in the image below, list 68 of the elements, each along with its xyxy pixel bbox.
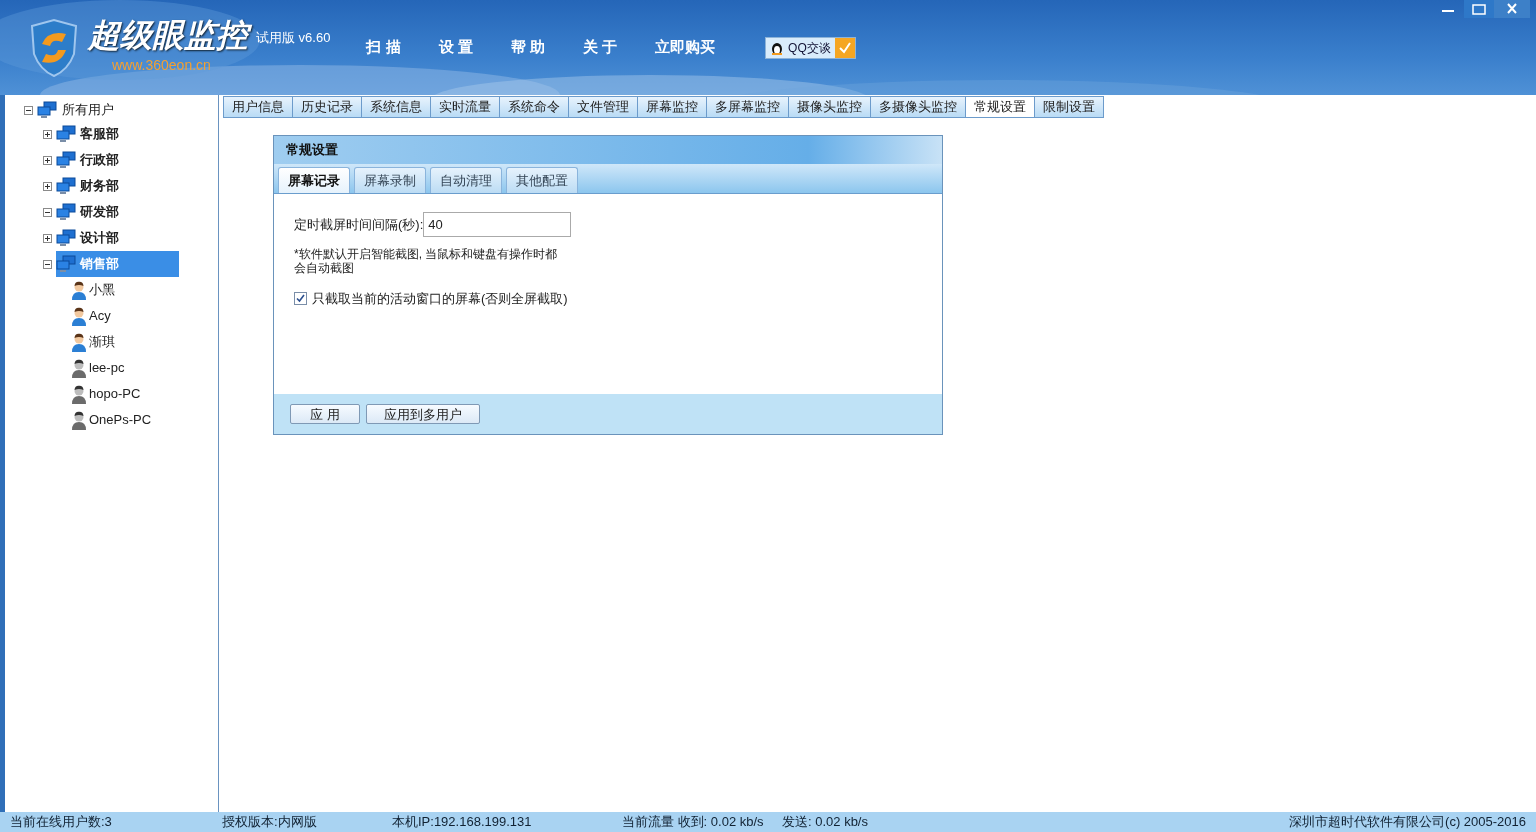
tab[interactable]: 文件管理	[568, 96, 638, 118]
collapse-icon[interactable]	[43, 259, 52, 269]
tab[interactable]: 系统命令	[499, 96, 569, 118]
tree-user[interactable]: hopo-PC	[89, 384, 141, 404]
tree-node[interactable]: 行政部	[56, 147, 179, 173]
sub-tab[interactable]: 自动清理	[430, 167, 502, 193]
computers-icon	[56, 203, 76, 221]
menu-item[interactable]: 关 于	[582, 36, 618, 59]
expand-icon[interactable]	[43, 181, 52, 191]
menu-item[interactable]: 设 置	[438, 36, 473, 59]
tree-user[interactable]: 小黑	[89, 280, 115, 300]
maximize-icon[interactable]	[1464, 0, 1494, 18]
checkbox-label: 只截取当前的活动窗口的屏幕(否则全屏截取)	[312, 290, 568, 308]
menu-item[interactable]: 立即购买	[655, 36, 716, 59]
tree-node[interactable]: 研发部	[56, 199, 179, 225]
sub-tab[interactable]: 屏幕记录	[278, 167, 350, 193]
close-icon[interactable]	[1494, 0, 1530, 18]
tab[interactable]: 限制设置	[1034, 96, 1104, 118]
shield-logo-icon	[28, 17, 80, 78]
website-label: www.360eon.cn	[112, 56, 212, 75]
computers-icon	[56, 125, 76, 143]
apply-button[interactable]: 应用到多用户	[366, 404, 480, 424]
tab[interactable]: 常规设置	[965, 96, 1035, 118]
tree-node[interactable]: 客服部	[56, 121, 179, 147]
check-icon	[834, 37, 855, 58]
tree-node[interactable]: 财务部	[56, 173, 179, 199]
interval-label: 定时截屏时间间隔(秒):	[294, 215, 424, 234]
tab[interactable]: 摄像头监控	[788, 96, 871, 118]
status-text: 当前在线用户数:3	[9, 813, 113, 832]
tab[interactable]: 实时流量	[430, 96, 500, 118]
sub-tab[interactable]: 屏幕录制	[354, 167, 426, 193]
tab[interactable]: 用户信息	[223, 96, 293, 118]
collapse-icon[interactable]	[24, 105, 33, 115]
computers-icon	[56, 177, 76, 195]
tab[interactable]: 屏幕监控	[637, 96, 707, 118]
panel-title: 常规设置	[286, 141, 338, 160]
expand-icon[interactable]	[43, 155, 52, 165]
note-text: *软件默认开启智能截图, 当鼠标和键盘有操作时都会自动截图	[294, 247, 559, 275]
status-text: 深圳市超时代软件有限公司(c) 2005-2016	[1289, 813, 1527, 832]
tab[interactable]: 历史记录	[292, 96, 362, 118]
sub-tab[interactable]: 其他配置	[506, 167, 578, 193]
tree-user[interactable]: OnePs-PC	[89, 410, 152, 430]
computers-icon	[56, 151, 76, 169]
tree-user[interactable]: Acy	[89, 306, 111, 326]
qq-chat-button[interactable]: QQ交谈	[765, 36, 856, 59]
edition-label: 试用版 v6.60	[256, 28, 331, 47]
interval-field[interactable]: 40	[423, 212, 572, 237]
tree-user[interactable]: 渐琪	[89, 332, 115, 352]
expand-icon[interactable]	[43, 129, 52, 139]
tab[interactable]: 多摄像头监控	[870, 96, 966, 118]
collapse-icon[interactable]	[43, 207, 52, 217]
status-text: 本机IP:192.168.199.131	[392, 813, 533, 832]
status-text: 授权版本:内网版	[222, 813, 318, 832]
menu-item[interactable]: 扫 描	[366, 36, 401, 59]
status-text: 发送: 0.02 kb/s	[782, 813, 868, 832]
tab[interactable]: 系统信息	[361, 96, 431, 118]
menu-item[interactable]: 帮 助	[510, 36, 545, 59]
tree-node[interactable]: 设计部	[56, 225, 179, 251]
tab[interactable]: 多屏幕监控	[706, 96, 789, 118]
expand-icon[interactable]	[43, 233, 52, 243]
checkbox[interactable]	[294, 292, 307, 306]
computers-icon	[37, 101, 57, 119]
computers-icon	[56, 229, 76, 247]
status-text: 当前流量 收到: 0.02 kb/s	[622, 813, 765, 832]
apply-button[interactable]: 应 用	[290, 404, 360, 424]
computers-icon	[56, 255, 76, 273]
tree-node[interactable]: 所有用户	[61, 100, 115, 120]
tree-user[interactable]: lee-pc	[89, 358, 125, 378]
